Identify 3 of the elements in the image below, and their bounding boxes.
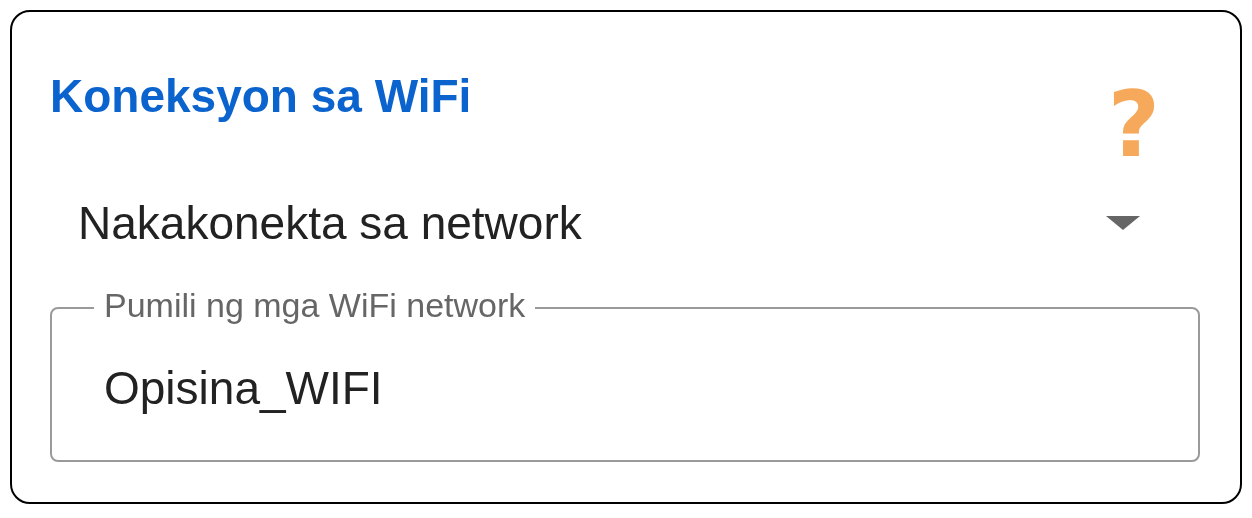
card-title: Koneksyon sa WiFi xyxy=(50,69,472,124)
caret-icon xyxy=(1106,215,1140,230)
network-dropdown[interactable]: Nakakonekta sa network xyxy=(50,188,1200,258)
